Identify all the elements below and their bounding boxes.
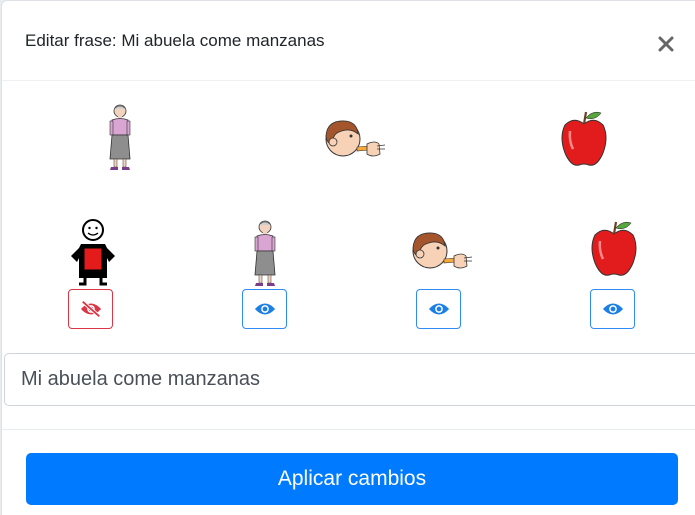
- modal-header: Editar frase: Mi abuela come manzanas: [2, 1, 695, 81]
- modal-title: Editar frase: Mi abuela come manzanas: [25, 31, 325, 50]
- close-icon[interactable]: [654, 32, 678, 56]
- toggle-visibility-button-1[interactable]: [68, 289, 113, 329]
- eye-icon: [428, 301, 450, 317]
- me-pictogram: [63, 218, 123, 288]
- toggle-visibility-button-4[interactable]: [590, 289, 635, 329]
- eye-icon: [254, 301, 276, 317]
- eat-pictogram: [317, 114, 387, 164]
- edit-phrase-modal: Editar frase: Mi abuela come manzanas Mi…: [1, 0, 695, 515]
- toggle-visibility-button-3[interactable]: [416, 289, 461, 329]
- apple-pictogram: [589, 219, 639, 279]
- footer-divider: [2, 429, 695, 430]
- eat-pictogram: [404, 226, 474, 276]
- grandmother-pictogram: [250, 219, 280, 289]
- toggle-visibility-button-2[interactable]: [242, 289, 287, 329]
- eye-slash-icon: [80, 300, 102, 318]
- eye-icon: [602, 301, 624, 317]
- apply-changes-button[interactable]: Aplicar cambios: [26, 453, 678, 505]
- phrase-input[interactable]: [4, 353, 695, 406]
- apple-pictogram: [559, 109, 609, 169]
- grandmother-pictogram: [105, 103, 135, 173]
